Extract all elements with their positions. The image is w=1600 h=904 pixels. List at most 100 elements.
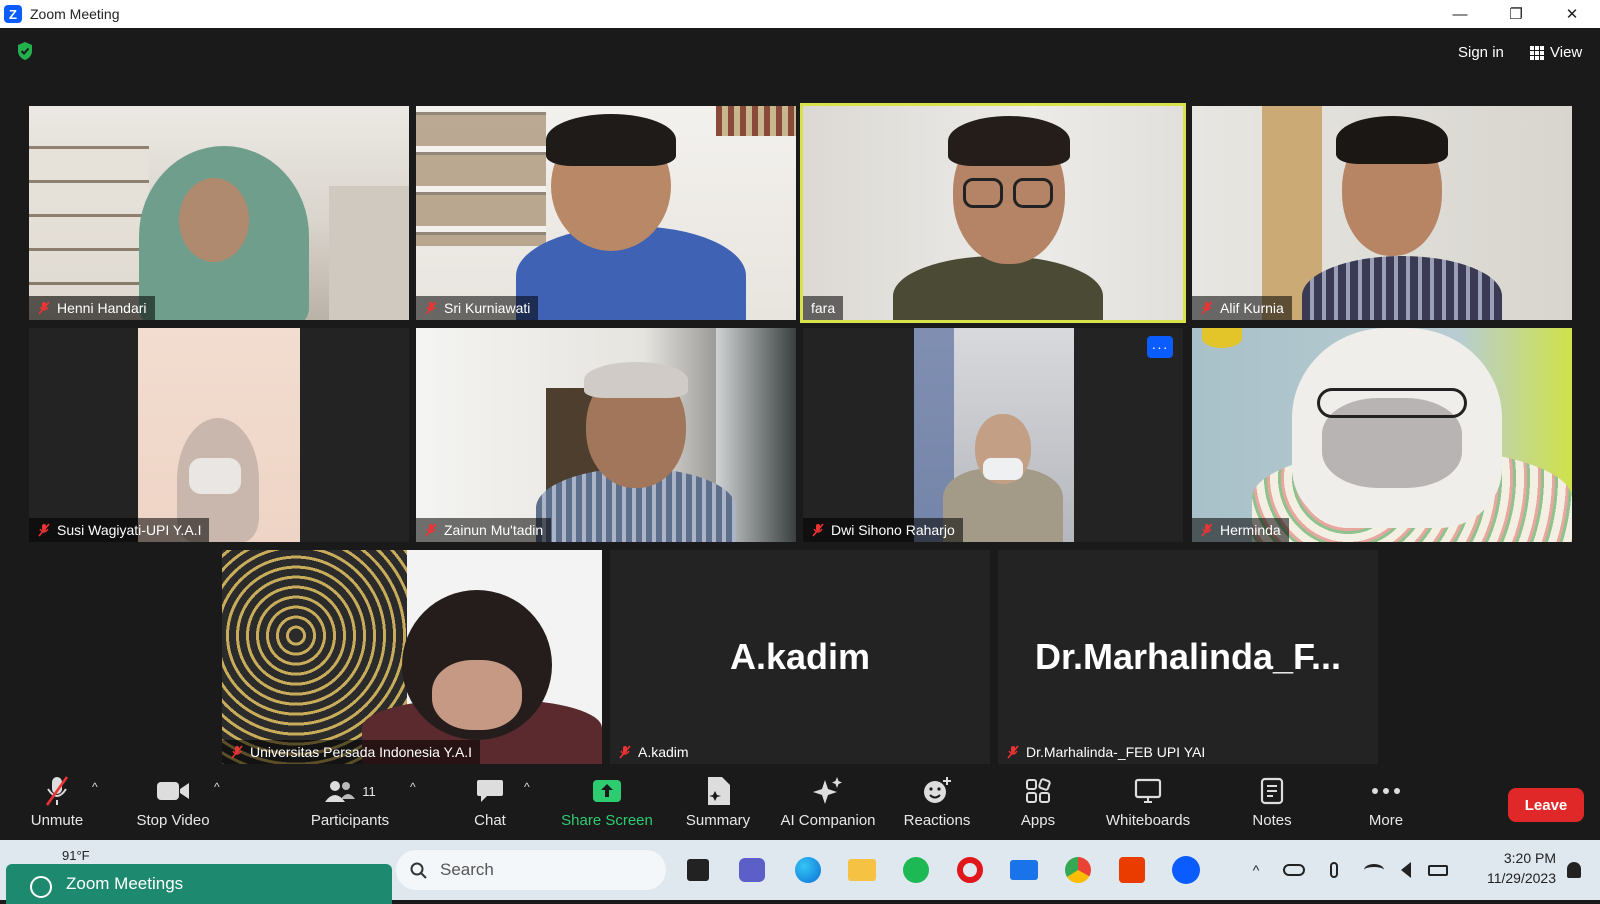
teams-icon[interactable] xyxy=(736,854,768,886)
share-screen-label: Share Screen xyxy=(561,812,653,829)
muted-mic-icon xyxy=(812,523,824,537)
share-screen-icon xyxy=(593,780,621,802)
participant-tile[interactable]: Zainun Mu'tadin xyxy=(416,328,796,542)
close-button[interactable]: ✕ xyxy=(1544,0,1600,28)
participant-nameplate: Herminda xyxy=(1192,518,1289,542)
battery-icon[interactable] xyxy=(1422,854,1454,886)
zoom-app-icon[interactable] xyxy=(1170,854,1202,886)
chat-options-caret-icon[interactable]: ^ xyxy=(524,780,530,794)
opera-icon[interactable] xyxy=(954,854,986,886)
whiteboards-label: Whiteboards xyxy=(1105,812,1191,829)
participant-tile[interactable]: Universitas Persada Indonesia Y.A.I xyxy=(222,550,602,764)
muted-mic-icon xyxy=(1201,523,1213,537)
spotify-icon[interactable] xyxy=(900,854,932,886)
zoom-ring-icon xyxy=(30,876,52,898)
zoom-logo-icon: Z xyxy=(4,5,22,23)
mail-icon[interactable] xyxy=(1008,854,1040,886)
unmute-label: Unmute xyxy=(30,812,84,829)
participants-label: Participants xyxy=(310,812,390,829)
meeting-toolbar: Unmute ^ Stop Video ^ 11 Participants ^ … xyxy=(0,766,1600,840)
zoom-meetings-toast[interactable]: Zoom Meetings xyxy=(6,864,392,904)
participant-nameplate: Henni Handari xyxy=(29,296,155,320)
window-titlebar: Z Zoom Meeting — ❐ ✕ xyxy=(0,0,1600,28)
notes-label: Notes xyxy=(1252,812,1292,829)
participant-video xyxy=(803,328,1183,542)
more-options-button[interactable]: ··· xyxy=(1147,336,1173,358)
participant-name: Dwi Sihono Raharjo xyxy=(831,522,955,538)
notes-button[interactable]: Notes xyxy=(1250,774,1294,829)
participant-video xyxy=(222,550,602,764)
participant-tile-active-speaker[interactable]: fara xyxy=(800,103,1186,323)
reaction-emoji-icon xyxy=(924,777,951,803)
participant-nameplate: Dr.Marhalinda-_FEB UPI YAI xyxy=(998,740,1213,764)
chat-button[interactable]: Chat xyxy=(470,774,510,829)
chrome-icon[interactable] xyxy=(1062,854,1094,886)
more-button[interactable]: More xyxy=(1366,774,1406,829)
onedrive-cloud-icon[interactable] xyxy=(1278,854,1310,886)
encryption-shield-icon[interactable] xyxy=(16,41,34,61)
participants-button[interactable]: 11 Participants xyxy=(310,774,390,829)
muted-mic-icon xyxy=(1201,301,1213,315)
participant-tile[interactable]: Sri Kurniawati xyxy=(416,106,796,320)
participant-video xyxy=(29,328,409,542)
unmute-button[interactable]: Unmute xyxy=(28,774,86,829)
task-view-icon[interactable] xyxy=(682,854,714,886)
whiteboards-button[interactable]: Whiteboards xyxy=(1102,774,1194,829)
windows-taskbar: 91°F Zoom Meetings Search ^ 3:20 PM 11/2… xyxy=(0,840,1600,904)
audio-options-caret-icon[interactable]: ^ xyxy=(92,780,98,794)
taskbar-clock[interactable]: 3:20 PM 11/29/2023 xyxy=(1466,848,1556,888)
video-options-caret-icon[interactable]: ^ xyxy=(214,780,220,794)
participant-name: Herminda xyxy=(1220,522,1281,538)
apps-button[interactable]: Apps xyxy=(1018,774,1058,829)
taskbar-search[interactable]: Search xyxy=(396,850,666,890)
edge-browser-icon[interactable] xyxy=(792,854,824,886)
chat-label: Chat xyxy=(474,812,506,829)
muted-mic-icon xyxy=(38,301,50,315)
microphone-icon[interactable] xyxy=(1318,854,1350,886)
file-explorer-icon[interactable] xyxy=(846,854,878,886)
participant-video xyxy=(29,106,409,320)
participant-tile[interactable]: Dr.Marhalinda_F... Dr.Marhalinda-_FEB UP… xyxy=(998,550,1378,764)
participant-display-name: Dr.Marhalinda_F... xyxy=(1034,636,1342,677)
volume-icon[interactable] xyxy=(1390,854,1422,886)
muted-mic-icon xyxy=(425,523,437,537)
clock-time: 3:20 PM xyxy=(1503,850,1556,866)
window-controls: — ❐ ✕ xyxy=(1432,0,1600,28)
apps-label: Apps xyxy=(1020,812,1056,829)
notifications-bell-icon[interactable] xyxy=(1558,854,1590,886)
participant-video xyxy=(416,106,796,320)
participant-tile[interactable]: A.kadim A.kadim xyxy=(610,550,990,764)
view-button[interactable]: View xyxy=(1530,44,1582,61)
participant-display-name: A.kadim xyxy=(729,636,871,677)
participant-tile[interactable]: Alif Kurnia xyxy=(1192,106,1572,320)
share-screen-button[interactable]: Share Screen xyxy=(561,774,653,829)
summary-button[interactable]: Summary xyxy=(684,774,752,829)
leave-button[interactable]: Leave xyxy=(1508,788,1584,822)
sign-in-link[interactable]: Sign in xyxy=(1458,44,1504,61)
reactions-label: Reactions xyxy=(903,812,971,829)
participant-tile[interactable]: Susi Wagiyati-UPI Y.A.I xyxy=(29,328,409,542)
ai-companion-button[interactable]: AI Companion xyxy=(778,774,878,829)
participant-name: Universitas Persada Indonesia Y.A.I xyxy=(250,744,473,760)
minimize-button[interactable]: — xyxy=(1432,0,1488,28)
video-camera-icon xyxy=(157,782,189,800)
participants-count: 11 xyxy=(362,783,376,799)
restore-button[interactable]: ❐ xyxy=(1488,0,1544,28)
reactions-button[interactable]: Reactions xyxy=(902,774,972,829)
show-hidden-icons-chevron-icon[interactable]: ^ xyxy=(1240,854,1272,886)
wifi-icon[interactable] xyxy=(1358,854,1390,886)
participant-name: Alif Kurnia xyxy=(1220,300,1284,316)
clock-date: 11/29/2023 xyxy=(1486,870,1556,886)
muted-mic-icon xyxy=(1007,745,1019,759)
participants-options-caret-icon[interactable]: ^ xyxy=(410,780,416,794)
participant-tile[interactable]: Henni Handari xyxy=(29,106,409,320)
chat-bubble-icon xyxy=(477,780,503,802)
office-icon[interactable] xyxy=(1116,854,1148,886)
apps-grid-icon xyxy=(1026,778,1051,803)
participant-nameplate: Dwi Sihono Raharjo xyxy=(803,518,963,542)
participant-tile[interactable]: ··· Dwi Sihono Raharjo xyxy=(803,328,1183,542)
weather-temperature[interactable]: 91°F xyxy=(62,848,90,863)
participant-tile[interactable]: Herminda xyxy=(1192,328,1572,542)
more-label: More xyxy=(1368,812,1404,829)
stop-video-button[interactable]: Stop Video xyxy=(134,774,212,829)
